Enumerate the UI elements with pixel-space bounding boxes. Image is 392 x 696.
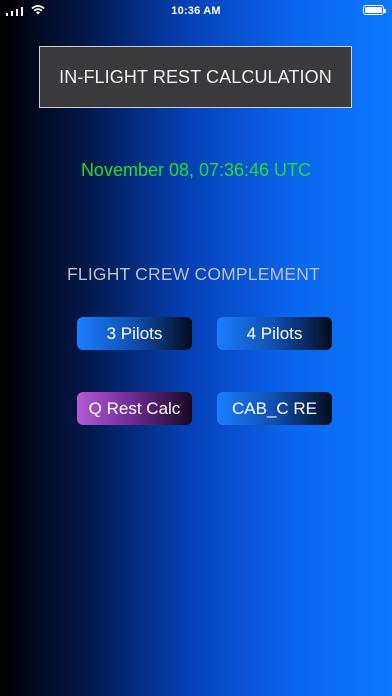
- cab-c-re-button[interactable]: CAB_C RE: [217, 392, 332, 425]
- status-time: 10:36 AM: [171, 5, 221, 17]
- status-bar: 10:36 AM: [0, 0, 392, 22]
- battery-level: [365, 7, 382, 13]
- crew-complement-label: FLIGHT CREW COMPLEMENT: [67, 264, 320, 284]
- q-rest-calc-button[interactable]: Q Rest Calc: [77, 392, 192, 425]
- page-title: IN-FLIGHT REST CALCULATION: [39, 46, 352, 108]
- four-pilots-button[interactable]: 4 Pilots: [217, 317, 332, 350]
- three-pilots-button[interactable]: 3 Pilots: [77, 317, 192, 350]
- battery-icon: [363, 5, 386, 15]
- current-utc-datetime: November 08, 07:36:46 UTC: [80, 160, 312, 180]
